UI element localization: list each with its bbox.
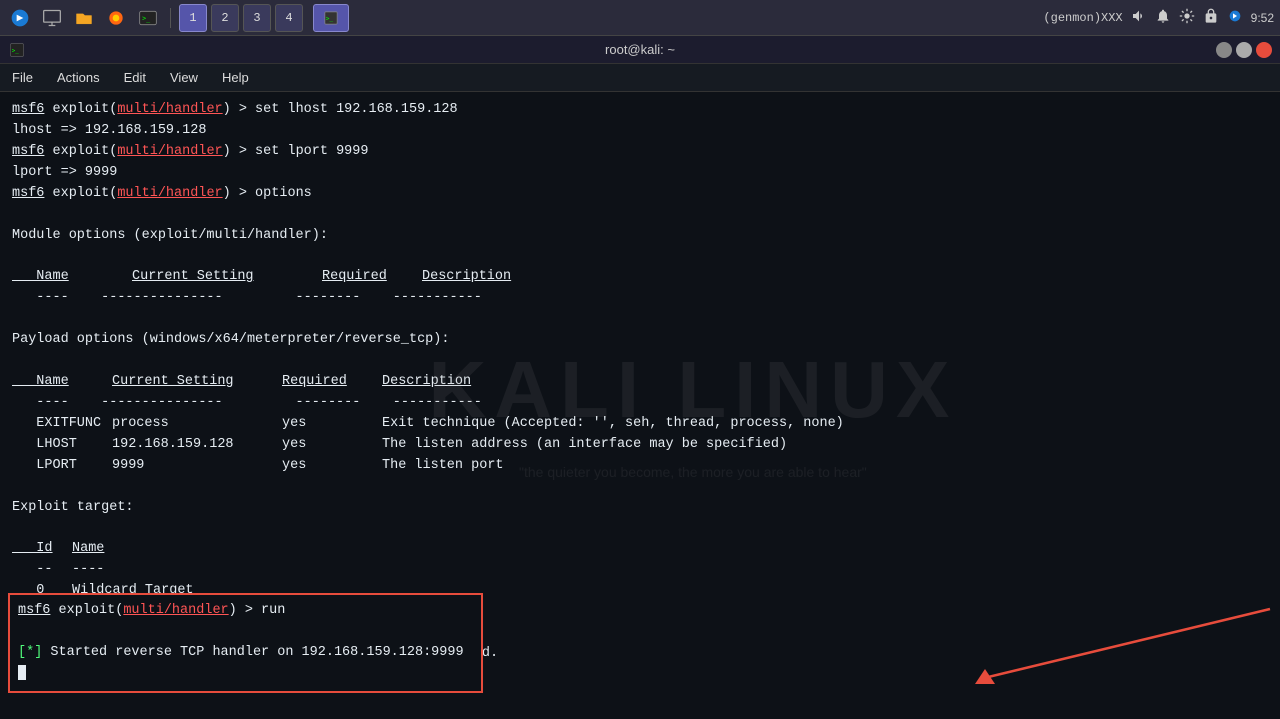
run-cmd-line: msf6 exploit(multi/handler) > run bbox=[18, 601, 473, 622]
terminal-exploit-target: Exploit target: bbox=[12, 498, 1268, 519]
highlighted-terminal-box: msf6 exploit(multi/handler) > run [*] St… bbox=[8, 593, 483, 693]
taskbar: >_ 1 2 3 4 >_ (genmon)XXX bbox=[0, 0, 1280, 36]
terminal-line-1: msf6 exploit(multi/handler) > set lhost … bbox=[12, 100, 1268, 121]
bell-icon[interactable] bbox=[1155, 8, 1171, 28]
terminal-table1-sep: ---- --------------- -------- ----------… bbox=[12, 288, 1268, 309]
terminal-line-3: msf6 exploit(multi/handler) > set lport … bbox=[12, 142, 1268, 163]
cursor-line bbox=[18, 664, 473, 685]
terminal-blank-2 bbox=[12, 246, 1268, 267]
terminal-table2-row2: LHOST192.168.159.128yesThe listen addres… bbox=[12, 435, 1268, 456]
terminal-module-options: Module options (exploit/multi/handler): bbox=[12, 226, 1268, 247]
taskbar-right: (genmon)XXX bbox=[1043, 8, 1274, 28]
close-btn[interactable] bbox=[1256, 42, 1272, 58]
workspace-2-btn[interactable]: 2 bbox=[211, 4, 239, 32]
genmon-text: (genmon)XXX bbox=[1043, 11, 1122, 25]
terminal-blank-11 bbox=[12, 707, 1268, 719]
terminal-line-5: msf6 exploit(multi/handler) > options bbox=[12, 184, 1268, 205]
active-terminal-btn[interactable]: >_ bbox=[313, 4, 349, 32]
workspace-1-btn[interactable]: 1 bbox=[179, 4, 207, 32]
terminal-payload-options: Payload options (windows/x64/meterpreter… bbox=[12, 330, 1268, 351]
window-icon: >_ bbox=[8, 41, 26, 59]
svg-text:>_: >_ bbox=[142, 14, 150, 22]
menu-edit[interactable]: Edit bbox=[120, 68, 150, 87]
lock-icon[interactable] bbox=[1203, 8, 1219, 28]
menu-actions[interactable]: Actions bbox=[53, 68, 104, 87]
terminal-window: >_ root@kali: ~ File Actions Edit View H… bbox=[0, 36, 1280, 719]
terminal-table3-sep: ------ bbox=[12, 560, 1268, 581]
terminal-blank-4 bbox=[12, 351, 1268, 372]
terminal-table2-header: NameCurrent SettingRequiredDescription bbox=[12, 372, 1268, 393]
menu-help[interactable]: Help bbox=[218, 68, 253, 87]
filemanager-icon[interactable] bbox=[70, 4, 98, 32]
terminal-blank-6 bbox=[12, 518, 1268, 539]
brightness-icon[interactable] bbox=[1179, 8, 1195, 28]
terminal-content[interactable]: KALI LINUX "the quieter you become, the … bbox=[0, 92, 1280, 719]
window-title: root@kali: ~ bbox=[605, 42, 675, 57]
volume-icon[interactable] bbox=[1131, 8, 1147, 28]
terminal-blank-5 bbox=[12, 477, 1268, 498]
terminal-blank-1 bbox=[12, 205, 1268, 226]
desktop-icon[interactable] bbox=[38, 4, 66, 32]
terminal-line-2: lhost => 192.168.159.128 bbox=[12, 121, 1268, 142]
terminal-line-4: lport => 9999 bbox=[12, 163, 1268, 184]
svg-text:>_: >_ bbox=[326, 15, 334, 22]
terminal-table2-sep: ---- --------------- -------- ----------… bbox=[12, 393, 1268, 414]
firefox-icon[interactable] bbox=[102, 4, 130, 32]
terminal-table1-header: NameCurrent SettingRequiredDescription bbox=[12, 267, 1268, 288]
menu-file[interactable]: File bbox=[8, 68, 37, 87]
workspace-4-btn[interactable]: 4 bbox=[275, 4, 303, 32]
window-controls bbox=[1216, 42, 1272, 58]
terminal-cursor bbox=[18, 665, 26, 680]
handler-started-line: [*] Started reverse TCP handler on 192.1… bbox=[18, 643, 473, 664]
kali-logo-icon[interactable] bbox=[1227, 8, 1243, 28]
menu-view[interactable]: View bbox=[166, 68, 202, 87]
taskbar-sep-1 bbox=[170, 8, 171, 28]
terminal-table2-row1: EXITFUNCprocessyesExit technique (Accept… bbox=[12, 414, 1268, 435]
menu-bar: File Actions Edit View Help bbox=[0, 64, 1280, 92]
terminal-table3-header: IdName bbox=[12, 539, 1268, 560]
maximize-btn[interactable] bbox=[1236, 42, 1252, 58]
terminal-table2-row3: LPORT9999yesThe listen port bbox=[12, 456, 1268, 477]
title-bar: >_ root@kali: ~ bbox=[0, 36, 1280, 64]
svg-text:>_: >_ bbox=[12, 48, 20, 54]
workspace-3-btn[interactable]: 3 bbox=[243, 4, 271, 32]
terminal-blank-3 bbox=[12, 309, 1268, 330]
clock: 9:52 bbox=[1251, 11, 1274, 25]
kali-app-icon[interactable] bbox=[6, 4, 34, 32]
minimize-btn[interactable] bbox=[1216, 42, 1232, 58]
terminal-taskbar-icon[interactable]: >_ bbox=[134, 4, 162, 32]
terminal-blank-hb bbox=[18, 622, 473, 643]
